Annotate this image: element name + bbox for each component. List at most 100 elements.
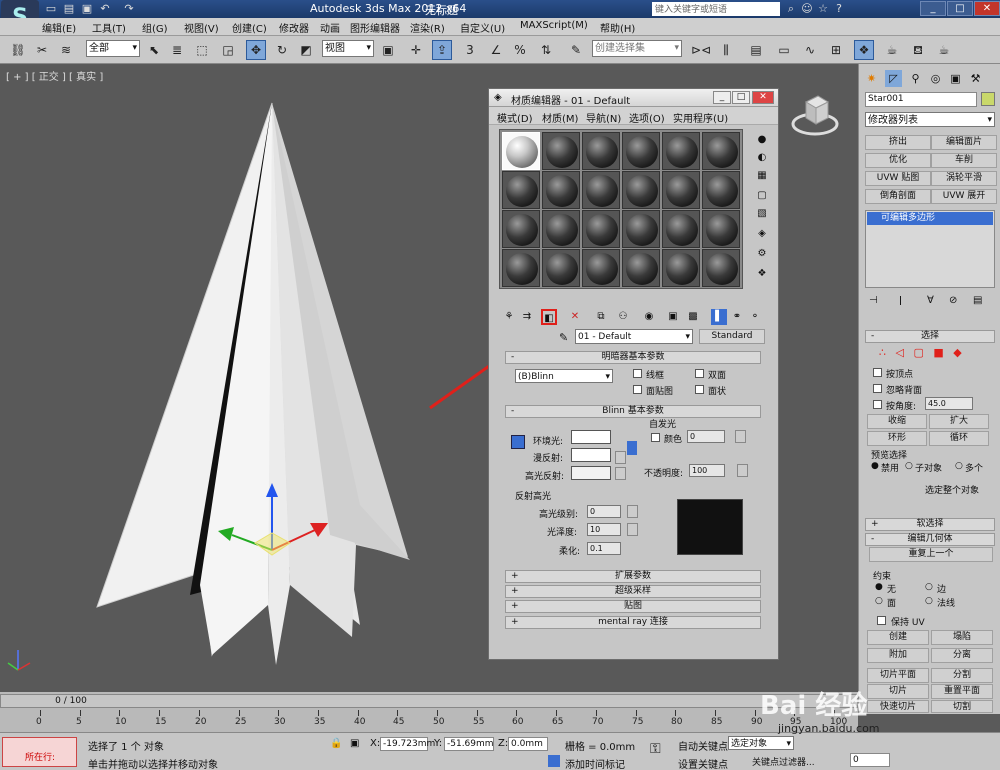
maxscript-listener[interactable]: 所在行: xyxy=(2,737,77,767)
select-by-material-icon[interactable]: ❖ xyxy=(755,267,769,281)
material-slot[interactable] xyxy=(542,210,580,248)
specular-level-map-button[interactable] xyxy=(627,505,638,518)
absolute-mode-icon[interactable]: ▣ xyxy=(350,738,359,749)
make-unique-icon[interactable]: ⧉ xyxy=(593,309,609,325)
turbosmooth-modifier-button[interactable]: 涡轮平滑 xyxy=(931,171,997,186)
edit-patch-modifier-button[interactable]: 编辑面片 xyxy=(931,135,997,150)
open-file-icon[interactable]: ▤ xyxy=(62,2,76,16)
diffuse-color-swatch[interactable] xyxy=(571,448,611,462)
reset-map-icon[interactable]: ✕ xyxy=(567,309,583,325)
new-file-icon[interactable]: ▭ xyxy=(44,2,58,16)
menu-views[interactable]: 视图(V) xyxy=(184,20,219,35)
motion-tab-icon[interactable]: ◎ xyxy=(927,70,944,87)
material-slot[interactable] xyxy=(542,249,580,287)
glossiness-field[interactable]: 10 xyxy=(587,523,621,536)
reference-coordinate-dropdown[interactable]: 视图 xyxy=(322,40,374,57)
add-time-tag-button[interactable]: 添加时间标记 xyxy=(565,756,625,770)
shader-basic-params-rollout[interactable]: - 明暗器基本参数 xyxy=(505,351,761,364)
x-coordinate-field[interactable]: -19.723mm xyxy=(380,737,435,751)
render-setup-icon[interactable]: ☕ xyxy=(882,40,902,60)
background-icon[interactable]: ▦ xyxy=(755,169,769,183)
link-icon[interactable]: ⛓ xyxy=(8,40,28,60)
unwrap-uvw-modifier-button[interactable]: UVW 展开 xyxy=(931,189,997,204)
pin-stack-icon[interactable]: ⊣ xyxy=(869,295,878,306)
show-map-icon[interactable]: ▣ xyxy=(665,309,681,325)
schematic-view-icon[interactable]: ⊞ xyxy=(826,40,846,60)
material-slot[interactable] xyxy=(582,171,620,209)
material-slot[interactable] xyxy=(622,210,660,248)
ambient-color-swatch[interactable] xyxy=(571,430,611,444)
utilities-tab-icon[interactable]: ⚒ xyxy=(967,70,984,87)
y-coordinate-field[interactable]: -51.69mm xyxy=(444,737,494,751)
material-slot[interactable] xyxy=(622,132,660,170)
keyboard-shortcut-override-icon[interactable]: ⇪ xyxy=(432,40,452,60)
select-by-name-icon[interactable]: ≣ xyxy=(167,40,187,60)
shader-type-dropdown[interactable]: (B)Blinn xyxy=(515,369,613,385)
close-button[interactable]: ✕ xyxy=(974,1,1000,16)
specular-map-button[interactable] xyxy=(615,467,626,480)
material-slot[interactable] xyxy=(622,171,660,209)
set-key-icon[interactable]: ⚿ xyxy=(650,741,661,757)
opacity-map-button[interactable] xyxy=(737,464,748,477)
rectangle-selection-icon[interactable]: ⬚ xyxy=(192,40,212,60)
material-slot[interactable] xyxy=(702,132,740,170)
detach-button[interactable]: 分离 xyxy=(931,648,993,663)
create-tab-icon[interactable]: ✷ xyxy=(863,70,880,87)
ring-button[interactable]: 环形 xyxy=(867,431,927,446)
select-object-icon[interactable]: ⬉ xyxy=(144,40,164,60)
assign-material-to-selection-icon[interactable]: ◧ xyxy=(541,309,557,325)
minimize-button[interactable]: _ xyxy=(920,1,946,16)
soften-field[interactable]: 0.1 xyxy=(587,542,621,555)
repeat-last-button[interactable]: 重复上一个 xyxy=(869,547,993,562)
current-frame-field[interactable]: 0 xyxy=(850,753,890,767)
material-slot[interactable] xyxy=(702,210,740,248)
mated-menu-navigation[interactable]: 导航(N) xyxy=(586,110,621,125)
get-material-icon[interactable]: ⚘ xyxy=(501,309,517,325)
object-name-field[interactable]: Star001 xyxy=(865,92,977,107)
menu-rendering[interactable]: 渲染(R) xyxy=(410,20,445,35)
opacity-value-field[interactable]: 100 xyxy=(689,464,725,477)
menu-graph-editors[interactable]: 图形编辑器 xyxy=(350,20,400,35)
hierarchy-tab-icon[interactable]: ⚲ xyxy=(907,70,924,87)
go-forward-sibling-icon[interactable]: ⚭ xyxy=(729,309,745,325)
blinn-basic-params-rollout[interactable]: - Blinn 基本参数 xyxy=(505,405,761,418)
material-map-navigator-icon[interactable]: ⚬ xyxy=(747,309,763,325)
material-slot[interactable] xyxy=(702,249,740,287)
time-slider-frame[interactable]: 0 / 100 xyxy=(41,695,101,707)
constraint-normal-radio[interactable]: ○ xyxy=(925,596,933,606)
material-slot[interactable] xyxy=(662,249,700,287)
mated-menu-utilities[interactable]: 实用程序(U) xyxy=(673,110,728,125)
select-manipulate-icon[interactable]: ✛ xyxy=(406,40,426,60)
faceted-checkbox[interactable] xyxy=(695,385,704,394)
spinner-snap-icon[interactable]: ⇅ xyxy=(536,40,556,60)
pivot-center-icon[interactable]: ▣ xyxy=(378,40,398,60)
time-slider[interactable]: 0 / 100 xyxy=(0,694,858,708)
diffuse-map-button[interactable] xyxy=(615,451,626,464)
maps-rollout[interactable]: + 贴图 xyxy=(505,600,761,613)
menu-customize[interactable]: 自定义(U) xyxy=(460,20,505,35)
selection-lock-icon[interactable]: 🔒 xyxy=(330,738,342,749)
glossiness-map-button[interactable] xyxy=(627,523,638,536)
material-slot[interactable] xyxy=(542,171,580,209)
constraint-none-radio[interactable]: ● xyxy=(875,582,883,592)
sample-type-icon[interactable]: ● xyxy=(755,133,769,147)
menu-maxscript[interactable]: MAXScript(M) xyxy=(520,20,588,31)
modify-tab-icon[interactable]: ◸ xyxy=(885,70,902,87)
undo-icon[interactable]: ↶ xyxy=(98,2,112,16)
loop-button[interactable]: 循环 xyxy=(929,431,989,446)
material-slot[interactable] xyxy=(542,132,580,170)
view-cube-icon[interactable] xyxy=(790,90,840,140)
material-slot[interactable] xyxy=(582,210,620,248)
curve-editor-icon[interactable]: ∿ xyxy=(800,40,820,60)
attach-button[interactable]: 附加 xyxy=(867,648,929,663)
lock-ambient-diffuse-icon[interactable] xyxy=(511,435,525,449)
slice-plane-button[interactable]: 切片平面 xyxy=(867,668,929,683)
grow-button[interactable]: 扩大 xyxy=(929,414,989,429)
preview-multi-radio[interactable]: ○ xyxy=(955,461,963,471)
material-slot[interactable] xyxy=(662,210,700,248)
people-icon[interactable]: ☺ xyxy=(800,2,814,16)
go-to-parent-icon[interactable]: ▌ xyxy=(711,309,727,325)
soft-selection-rollout[interactable]: + 软选择 xyxy=(865,518,995,531)
lock-diffuse-specular-icon[interactable] xyxy=(627,441,637,455)
modifier-list-dropdown[interactable]: 修改器列表 xyxy=(865,112,995,128)
